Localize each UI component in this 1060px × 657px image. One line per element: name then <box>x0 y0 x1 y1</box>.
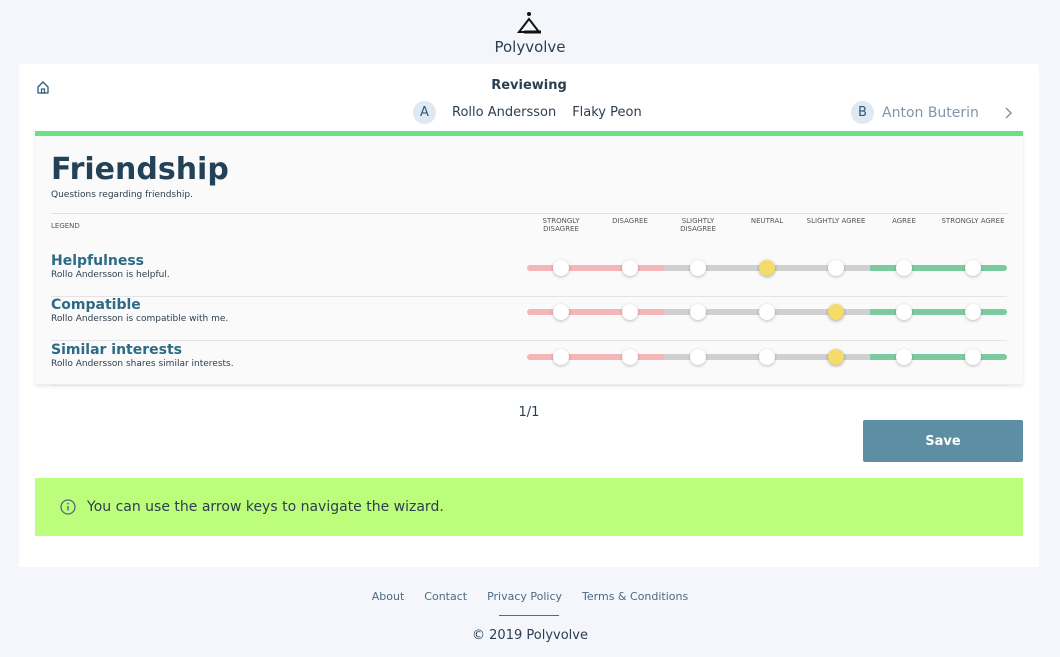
question-description: Rollo Andersson is compatible with me. <box>51 314 229 324</box>
rating-option[interactable] <box>622 304 638 320</box>
disagree-segment <box>527 309 664 315</box>
scale-label-slightly-disagree: SLIGHTLY DISAGREE <box>680 217 716 233</box>
rating-option[interactable] <box>759 304 775 320</box>
question-title: Similar interests <box>51 342 183 358</box>
brand-name[interactable]: Polyvolve <box>0 38 1060 56</box>
rating-option[interactable] <box>965 349 981 365</box>
info-icon <box>60 499 76 515</box>
rating-option[interactable] <box>896 260 912 276</box>
rating-option[interactable] <box>759 349 775 365</box>
page-indicator: 1/1 <box>518 405 540 420</box>
rating-slider[interactable] <box>527 304 1007 320</box>
reviewer-name: Rollo Andersson <box>452 105 557 120</box>
footer-links: About Contact Privacy Policy Terms & Con… <box>0 590 1060 603</box>
rating-option[interactable] <box>896 304 912 320</box>
polyvolve-logo-icon <box>516 12 542 34</box>
question-row: Compatible Rollo Andersson is compatible… <box>51 297 1007 341</box>
reviewee[interactable]: B Anton Buterin <box>851 101 1013 124</box>
copyright: © 2019 Polyvolve <box>472 628 588 643</box>
save-button[interactable]: Save <box>863 420 1023 462</box>
rating-option[interactable] <box>553 304 569 320</box>
reviewer-team: Flaky Peon <box>572 105 642 120</box>
divider <box>51 340 1007 341</box>
section-subtitle: Questions regarding friendship. <box>51 190 193 200</box>
question-title: Compatible <box>51 297 141 313</box>
disagree-segment <box>527 354 664 360</box>
scale-label-slightly-agree: SLIGHTLY AGREE <box>806 217 866 225</box>
rating-option[interactable] <box>553 260 569 276</box>
scale-label-neutral: NEUTRAL <box>750 217 784 225</box>
reviewee-name[interactable]: Anton Buterin <box>882 105 979 121</box>
rating-option[interactable] <box>622 349 638 365</box>
rating-option[interactable] <box>828 260 844 276</box>
rating-slider[interactable] <box>527 260 1007 276</box>
review-card: Reviewing A Rollo Andersson Flaky Peon B… <box>19 64 1039 567</box>
footer-link-terms[interactable]: Terms & Conditions <box>582 590 688 603</box>
question-row: Helpfulness Rollo Andersson is helpful. <box>51 253 1007 297</box>
rating-option-selected[interactable] <box>828 349 844 365</box>
info-tip: You can use the arrow keys to navigate t… <box>35 478 1023 536</box>
rating-option[interactable] <box>622 260 638 276</box>
rating-option[interactable] <box>690 260 706 276</box>
brand: Polyvolve <box>0 8 1060 56</box>
scale-label-strongly-agree: STRONGLY AGREE <box>941 217 1005 225</box>
rating-option[interactable] <box>553 349 569 365</box>
rating-option-selected[interactable] <box>828 304 844 320</box>
scale-label-agree: AGREE <box>892 217 916 225</box>
rating-option[interactable] <box>690 349 706 365</box>
question-panel: Friendship Questions regarding friendshi… <box>35 131 1023 386</box>
footer-link-contact[interactable]: Contact <box>424 590 467 603</box>
rating-option[interactable] <box>690 304 706 320</box>
rating-option[interactable] <box>965 260 981 276</box>
footer-link-about[interactable]: About <box>372 590 405 603</box>
scale-label-disagree: DISAGREE <box>612 217 648 225</box>
question-title: Helpfulness <box>51 253 145 269</box>
question-row: Similar interests Rollo Andersson shares… <box>51 342 1007 386</box>
section-title: Friendship <box>51 152 229 187</box>
reviewing-label: Reviewing <box>491 78 567 93</box>
agree-segment <box>870 309 1007 315</box>
question-description: Rollo Andersson shares similar interests… <box>51 359 234 369</box>
divider <box>51 385 1007 386</box>
chevron-right-icon[interactable] <box>1003 106 1013 120</box>
footer-link-privacy[interactable]: Privacy Policy <box>487 590 562 603</box>
reviewer: A Rollo Andersson Flaky Peon <box>413 101 642 124</box>
rating-option-selected[interactable] <box>759 260 775 276</box>
agree-segment <box>870 265 1007 271</box>
rating-option[interactable] <box>896 349 912 365</box>
disagree-segment <box>527 265 664 271</box>
agree-segment <box>870 354 1007 360</box>
divider <box>51 213 1007 214</box>
active-link-underline <box>499 615 559 616</box>
rating-slider[interactable] <box>527 349 1007 365</box>
rating-option[interactable] <box>965 304 981 320</box>
tip-text: You can use the arrow keys to navigate t… <box>87 499 444 515</box>
reviewer-letter-badge: A <box>413 101 436 124</box>
legend-label: LEGEND <box>51 222 80 230</box>
scale-label-strongly-disagree: STRONGLY DISAGREE <box>542 217 580 233</box>
question-description: Rollo Andersson is helpful. <box>51 270 170 280</box>
reviewee-letter-badge: B <box>851 101 874 124</box>
